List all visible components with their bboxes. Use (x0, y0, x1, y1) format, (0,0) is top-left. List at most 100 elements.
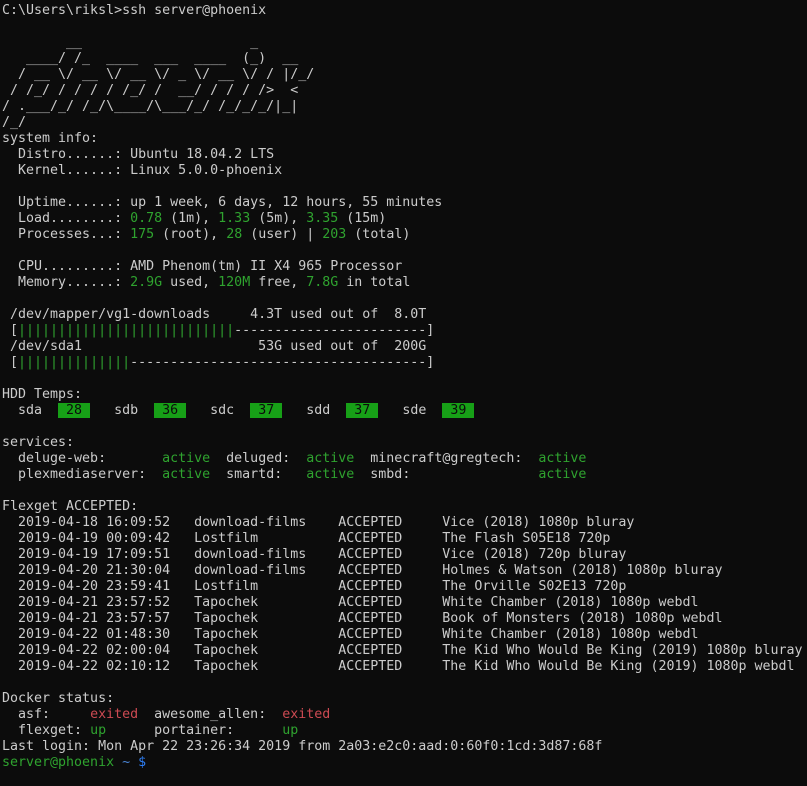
text-segment: (total) (346, 227, 410, 242)
text-segment: Kernel......: Linux 5.0.0-phoenix (2, 163, 282, 178)
text-segment: 2019-04-20 21:30:04 download-films ACCEP… (2, 563, 723, 578)
text-segment: Memory......: (2, 275, 130, 290)
text-segment: free, (250, 275, 306, 290)
status-awesome-allen: exited (282, 707, 330, 722)
text-segment: sde (378, 403, 442, 418)
status-portainer: up (282, 723, 298, 738)
text-segment: [ (2, 323, 18, 338)
shell-prompt[interactable]: server@phoenix ~ $ (2, 755, 807, 771)
text-segment: sdb (90, 403, 154, 418)
cpu-line: CPU.........: AMD Phenom(tm) II X4 965 P… (2, 259, 807, 275)
load-line: Load........: 0.78 (1m), 1.33 (5m), 3.35… (2, 211, 807, 227)
temp-badge-sdd: 37 (346, 403, 378, 418)
text-segment (114, 755, 122, 770)
text-segment: 2019-04-19 17:09:51 download-films ACCEP… (2, 547, 626, 562)
flexget-row: 2019-04-21 23:57:57 Tapochek ACCEPTED Bo… (2, 611, 807, 627)
text-segment: system info: (2, 131, 98, 146)
command-line: C:\Users\riksl>ssh server@phoenix (2, 3, 807, 19)
blank-line (2, 371, 807, 387)
blank-line (2, 483, 807, 499)
text-segment: awesome_allen: (138, 707, 282, 722)
flexget-row: 2019-04-19 00:09:42 Lostfilm ACCEPTED Th… (2, 531, 807, 547)
ascii-art-row: / /_/ / / / / /_/ / __/ / / / /> < (2, 83, 807, 99)
text-segment: sda (2, 403, 58, 418)
load-15m: 3.35 (306, 211, 338, 226)
ascii-art-row: / .___/_/ /_/\____/\___/_/ /_/_/_/|_| (2, 99, 807, 115)
text-segment: minecraft@gregtech: (354, 451, 538, 466)
text-segment: deluged: (210, 451, 306, 466)
flexget-row: 2019-04-20 21:30:04 download-films ACCEP… (2, 563, 807, 579)
flexget-row: 2019-04-19 17:09:51 download-films ACCEP… (2, 547, 807, 563)
text-segment: HDD Temps: (2, 387, 82, 402)
text-segment: /_/ (2, 115, 26, 130)
status-minecraft: active (538, 451, 586, 466)
status-plexmediaserver: active (162, 467, 210, 482)
blank-line (2, 179, 807, 195)
hdd-temps-header: HDD Temps: (2, 387, 807, 403)
hdd-temps-row: sda 28 sdb 36 sdc 37 sdd 37 sde 39 (2, 403, 807, 419)
text-segment: Last login: Mon Apr 22 23:26:34 2019 fro… (2, 739, 602, 754)
memory-used: 2.9G (130, 275, 162, 290)
text-segment: services: (2, 435, 74, 450)
text-segment: ____/ /_ ____ ___ ____ (_) __ (2, 51, 298, 66)
processes-user: 28 (226, 227, 242, 242)
text-segment: asf: (2, 707, 90, 722)
disk-2-bar-fill: |||||||||||||| (18, 355, 130, 370)
ascii-art-row: ____/ /_ ____ ___ ____ (_) __ (2, 51, 807, 67)
ascii-art-row: /_/ (2, 115, 807, 131)
text-segment: (root), (154, 227, 226, 242)
distro-line: Distro......: Ubuntu 18.04.2 LTS (2, 147, 807, 163)
temp-badge-sdb: 36 (154, 403, 186, 418)
prompt-cwd: ~ (122, 755, 130, 770)
disk-2-bar: [||||||||||||||-------------------------… (2, 355, 807, 371)
processes-total: 203 (322, 227, 346, 242)
prompt-user-host: server@phoenix (2, 755, 114, 770)
flexget-row: 2019-04-22 02:00:04 Tapochek ACCEPTED Th… (2, 643, 807, 659)
text-segment: [ (2, 355, 18, 370)
text-segment: 2019-04-22 02:00:04 Tapochek ACCEPTED Th… (2, 643, 803, 658)
services-row: deluge-web: active deluged: active minec… (2, 451, 807, 467)
blank-line (2, 19, 807, 35)
flexget-row: 2019-04-22 02:10:12 Tapochek ACCEPTED Th… (2, 659, 807, 675)
text-segment: smartd: (210, 467, 306, 482)
text-segment: / /_/ / / / / /_/ / __/ / / / /> < (2, 83, 298, 98)
text-segment: Docker status: (2, 691, 114, 706)
text-segment: flexget: (2, 723, 90, 738)
text-segment: portainer: (106, 723, 282, 738)
disk-2-label: /dev/sda1 53G used out of 200G (2, 339, 807, 355)
text-segment: ------------------------] (234, 323, 434, 338)
blank-line (2, 291, 807, 307)
text-segment: 2019-04-18 16:09:52 download-films ACCEP… (2, 515, 634, 530)
text-segment (130, 755, 138, 770)
docker-row: flexget: up portainer: up (2, 723, 807, 739)
flexget-header: Flexget ACCEPTED: (2, 499, 807, 515)
text-segment: CPU.........: AMD Phenom(tm) II X4 965 P… (2, 259, 402, 274)
memory-free: 120M (218, 275, 250, 290)
temp-badge-sda: 28 (58, 403, 90, 418)
text-segment: Load........: (2, 211, 130, 226)
text-segment: 2019-04-22 02:10:12 Tapochek ACCEPTED Th… (2, 659, 795, 674)
services-row: plexmediaserver: active smartd: active s… (2, 467, 807, 483)
text-segment: 2019-04-20 23:59:41 Lostfilm ACCEPTED Th… (2, 579, 626, 594)
text-segment: deluge-web: (2, 451, 162, 466)
terminal-window[interactable]: C:\Users\riksl>ssh server@phoenix __ _ _… (0, 0, 807, 786)
disk-1-bar: [|||||||||||||||||||||||||||------------… (2, 323, 807, 339)
processes-line: Processes...: 175 (root), 28 (user) | 20… (2, 227, 807, 243)
memory-line: Memory......: 2.9G used, 120M free, 7.8G… (2, 275, 807, 291)
text-segment: (5m), (250, 211, 306, 226)
uptime-line: Uptime......: up 1 week, 6 days, 12 hour… (2, 195, 807, 211)
text-segment: 2019-04-22 01:48:30 Tapochek ACCEPTED Wh… (2, 627, 698, 642)
status-deluged: active (306, 451, 354, 466)
status-asf: exited (90, 707, 138, 722)
text-segment: Flexget ACCEPTED: (2, 499, 138, 514)
text-segment: / __ \/ __ \/ __ \/ _ \/ __ \/ / |/_/ (2, 67, 314, 82)
text-segment: sdc (186, 403, 250, 418)
ascii-art-row: __ _ (2, 35, 807, 51)
docker-header: Docker status: (2, 691, 807, 707)
text-segment: 2019-04-19 00:09:42 Lostfilm ACCEPTED Th… (2, 531, 610, 546)
text-segment: -------------------------------------] (130, 355, 434, 370)
flexget-row: 2019-04-22 01:48:30 Tapochek ACCEPTED Wh… (2, 627, 807, 643)
load-5m: 1.33 (218, 211, 250, 226)
docker-row: asf: exited awesome_allen: exited (2, 707, 807, 723)
flexget-row: 2019-04-18 16:09:52 download-films ACCEP… (2, 515, 807, 531)
